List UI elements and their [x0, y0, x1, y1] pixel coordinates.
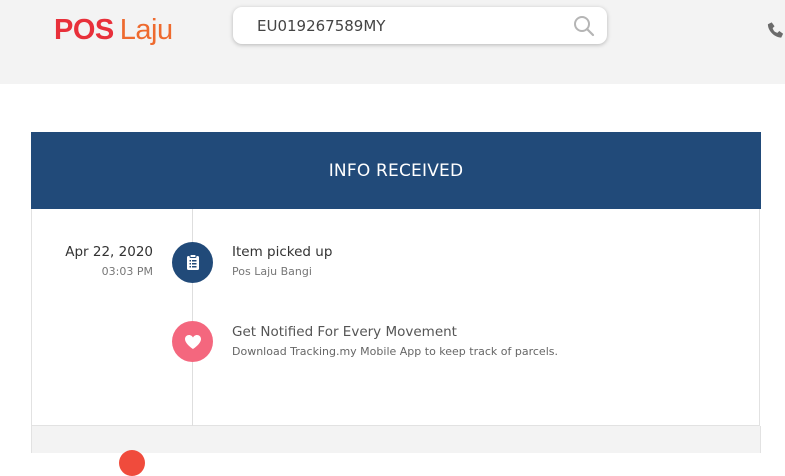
logo-pos-text: POS: [54, 13, 114, 46]
logo-laju-text: Laju: [119, 13, 173, 46]
next-section-band: [31, 426, 761, 453]
event-icon-circle: [172, 242, 213, 283]
status-header: INFO RECEIVED: [31, 132, 761, 209]
status-title: INFO RECEIVED: [328, 160, 464, 181]
promo-subtitle[interactable]: Download Tracking.my Mobile App to keep …: [232, 345, 558, 358]
event-date: Apr 22, 2020: [65, 244, 153, 260]
search-icon[interactable]: [573, 15, 595, 37]
event-time: 03:03 PM: [101, 265, 153, 278]
tracking-number-input[interactable]: [257, 7, 557, 44]
clipboard-icon: [186, 254, 199, 270]
promo-title[interactable]: Get Notified For Every Movement: [232, 324, 457, 340]
tracking-search-box: [233, 7, 607, 44]
phone-icon[interactable]: [766, 20, 785, 40]
event-location: Pos Laju Bangi: [232, 265, 312, 278]
pos-laju-logo[interactable]: POS Laju: [54, 12, 173, 48]
event-title: Item picked up: [232, 244, 333, 260]
heart-icon: [184, 334, 201, 349]
next-section-icon: [119, 450, 145, 476]
promo-icon-circle[interactable]: [172, 321, 213, 362]
